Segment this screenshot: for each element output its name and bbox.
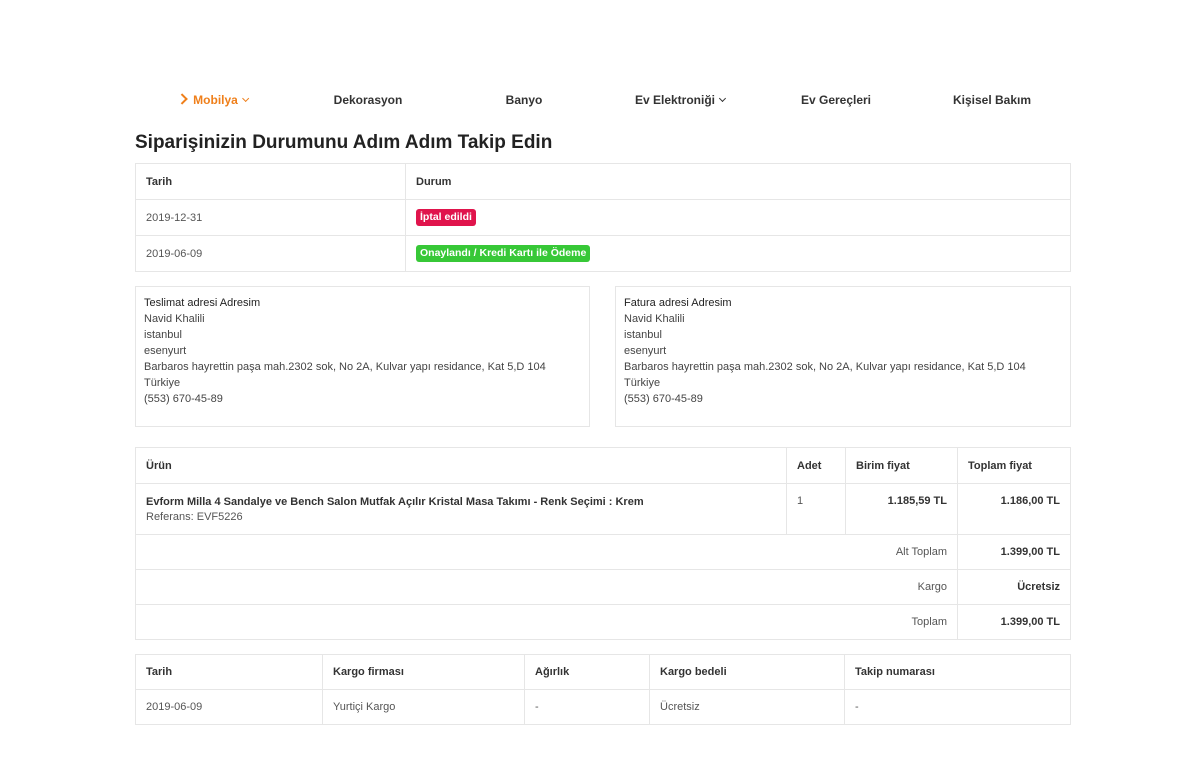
- nav-item-ev-elektronigi[interactable]: Ev Elektroniği: [634, 88, 727, 112]
- nav-item-label: Ev Gereçleri: [800, 93, 872, 107]
- status-badge-approved: Onaylandı / Kredi Kartı ile Ödeme: [416, 245, 591, 262]
- nav-item-banyo[interactable]: Banyo: [506, 88, 543, 112]
- total-row: Toplam 1.399,00 TL: [135, 604, 1071, 640]
- table-header-row: Ürün Adet Birim fiyat Toplam fiyat: [135, 447, 1071, 484]
- shipping-date: 2019-06-09: [135, 689, 323, 725]
- subtotal-label: Alt Toplam: [135, 534, 958, 570]
- delivery-address-country: Türkiye: [144, 377, 181, 389]
- billing-address-title: Fatura adresi Adresim: [624, 297, 732, 309]
- shipping-label: Kargo: [135, 569, 958, 605]
- order-status-table: Tarih Durum 2019-12-31 İptal edildi 2019…: [135, 163, 1071, 272]
- billing-address-district: esenyurt: [624, 345, 667, 357]
- column-header-carrier: Kargo firması: [322, 654, 525, 690]
- shipping-tracking-number: -: [844, 689, 1071, 725]
- product-qty: 1: [786, 483, 846, 535]
- nav-item-label: Dekorasyon: [333, 93, 403, 107]
- billing-address-street: Barbaros hayrettin paşa mah.2302 sok, No…: [624, 361, 1026, 373]
- column-header-date: Tarih: [135, 163, 406, 200]
- table-row: 2019-06-09 Onaylandı / Kredi Kartı ile Ö…: [135, 235, 1071, 272]
- billing-address-name: Navid Khalili: [624, 313, 685, 325]
- product-total-price: 1.186,00 TL: [957, 483, 1071, 535]
- table-header-row: Tarih Kargo firması Ağırlık Kargo bedeli…: [135, 654, 1071, 690]
- delivery-address-city: istanbul: [144, 329, 182, 341]
- shipping-cost: Ücretsiz: [649, 689, 845, 725]
- column-header-shipping-cost: Kargo bedeli: [649, 654, 845, 690]
- table-row: 2019-12-31 İptal edildi: [135, 199, 1071, 236]
- delivery-address-district: esenyurt: [144, 345, 187, 357]
- column-header-total-price: Toplam fiyat: [957, 447, 1071, 484]
- billing-address-city: istanbul: [624, 329, 662, 341]
- nav-item-label: Mobilya: [193, 93, 238, 107]
- product-cell: Evform Milla 4 Sandalye ve Bench Salon M…: [135, 483, 787, 535]
- billing-address-phone: (553) 670-45-89: [624, 393, 703, 405]
- table-header-row: Tarih Durum: [135, 163, 1071, 200]
- delivery-address-box: Teslimat adresi Adresim Navid Khalili is…: [135, 286, 590, 427]
- category-nav: Mobilya Dekorasyon Banyo Ev Elektroniği …: [135, 88, 1071, 112]
- total-label: Toplam: [135, 604, 958, 640]
- chevron-down-icon: [241, 94, 249, 103]
- table-row: 2019-06-09 Yurtiçi Kargo - Ücretsiz -: [135, 689, 1071, 725]
- subtotal-value: 1.399,00 TL: [957, 534, 1071, 570]
- product-reference: Referans: EVF5226: [146, 510, 243, 523]
- shipping-carrier: Yurtiçi Kargo: [322, 689, 525, 725]
- product-unit-price: 1.185,59 TL: [845, 483, 958, 535]
- table-row: Evform Milla 4 Sandalye ve Bench Salon M…: [135, 483, 1071, 535]
- shipping-table: Tarih Kargo firması Ağırlık Kargo bedeli…: [135, 654, 1071, 725]
- column-header-unit-price: Birim fiyat: [845, 447, 958, 484]
- column-header-weight: Ağırlık: [524, 654, 650, 690]
- order-items-table: Ürün Adet Birim fiyat Toplam fiyat Evfor…: [135, 447, 1071, 640]
- column-header-product: Ürün: [135, 447, 787, 484]
- total-value: 1.399,00 TL: [957, 604, 1071, 640]
- nav-item-label: Kişisel Bakım: [952, 93, 1032, 107]
- status-date: 2019-12-31: [135, 199, 406, 236]
- product-name: Evform Milla 4 Sandalye ve Bench Salon M…: [146, 495, 644, 508]
- delivery-address-phone: (553) 670-45-89: [144, 393, 223, 405]
- page-title: Siparişinizin Durumunu Adım Adım Takip E…: [135, 132, 553, 153]
- shipping-row: Kargo Ücretsiz: [135, 569, 1071, 605]
- column-header-status: Durum: [405, 163, 1071, 200]
- chevron-right-icon: [176, 93, 188, 105]
- shipping-value: Ücretsiz: [957, 569, 1071, 605]
- delivery-address-street: Barbaros hayrettin paşa mah.2302 sok, No…: [144, 361, 546, 373]
- status-cell: İptal edildi: [405, 199, 1071, 236]
- nav-item-mobilya[interactable]: Mobilya: [176, 88, 249, 112]
- nav-item-kisisel-bakim[interactable]: Kişisel Bakım: [953, 88, 1031, 112]
- billing-address-country: Türkiye: [624, 377, 661, 389]
- status-date: 2019-06-09: [135, 235, 406, 272]
- shipping-weight: -: [524, 689, 650, 725]
- nav-item-label: Ev Elektroniği: [634, 93, 716, 107]
- nav-item-dekorasyon[interactable]: Dekorasyon: [334, 88, 403, 112]
- nav-item-ev-gerecleri[interactable]: Ev Gereçleri: [801, 88, 871, 112]
- chevron-down-icon: [718, 94, 727, 103]
- subtotal-row: Alt Toplam 1.399,00 TL: [135, 534, 1071, 570]
- nav-item-label: Banyo: [505, 93, 543, 107]
- delivery-address-title: Teslimat adresi Adresim: [144, 297, 261, 309]
- column-header-date: Tarih: [135, 654, 323, 690]
- billing-address-box: Fatura adresi Adresim Navid Khalili ista…: [615, 286, 1071, 427]
- column-header-tracking: Takip numarası: [844, 654, 1071, 690]
- status-badge-cancelled: İptal edildi: [416, 209, 476, 226]
- column-header-qty: Adet: [786, 447, 846, 484]
- delivery-address-name: Navid Khalili: [144, 313, 205, 325]
- status-cell: Onaylandı / Kredi Kartı ile Ödeme: [405, 235, 1071, 272]
